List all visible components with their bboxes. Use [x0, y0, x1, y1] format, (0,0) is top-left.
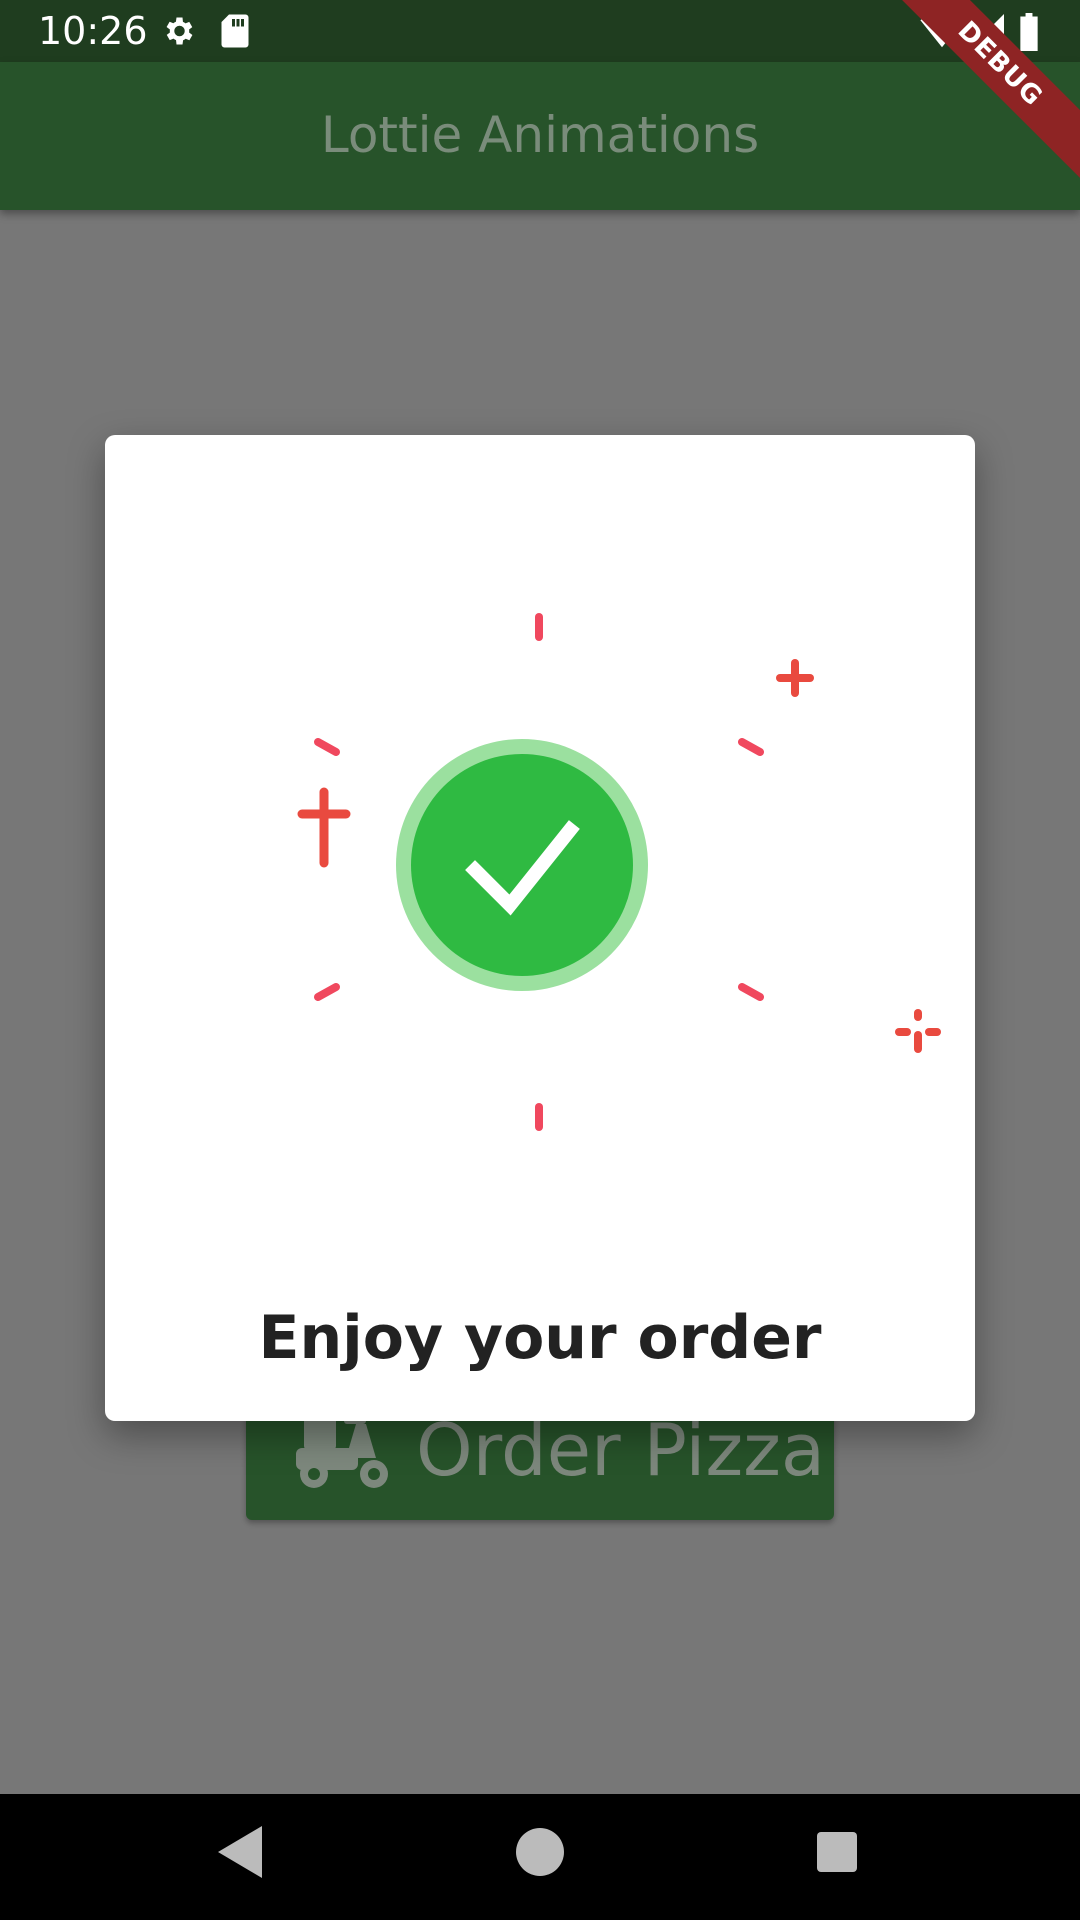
order-success-dialog: Enjoy your order [105, 435, 975, 1421]
dialog-message: Enjoy your order [258, 1303, 822, 1373]
success-check-icon [396, 739, 648, 991]
navigation-bar [0, 1794, 1080, 1920]
sd-card-icon [221, 14, 249, 48]
success-animation [297, 613, 941, 1131]
app-bar-title: Lottie Animations [320, 106, 760, 164]
status-time: 10:26 [38, 9, 148, 53]
app-bar: Lottie Animations [0, 62, 1080, 210]
recents-icon[interactable] [815, 1822, 859, 1882]
home-icon[interactable] [512, 1822, 568, 1882]
battery-icon [1020, 13, 1038, 51]
gear-icon [166, 17, 193, 45]
back-icon[interactable] [214, 1822, 266, 1882]
